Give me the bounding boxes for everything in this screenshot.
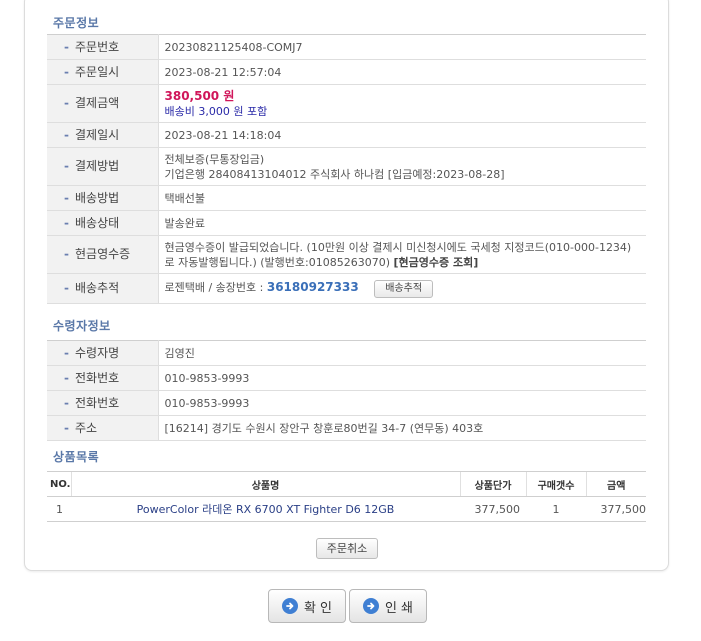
column-header-product-name: 상품명 [70,471,460,497]
print-label: 인 쇄 [384,600,414,616]
row-label: 배송추적 [74,281,120,295]
phone-row: - 전화번호 010-9853-9993 [47,365,646,391]
row-label: 결제방법 [74,159,120,173]
payment-amount-row: - 결제금액 380,500 원 배송비 3,000 원 포함 [47,84,646,123]
courier-label: 로젠택배 / 송장번호 : [164,280,267,294]
product-list-title: 상품목록 [53,450,100,464]
confirm-button[interactable]: 확 인 [268,589,346,623]
order-number-row: - 주문번호 20230821125408-COMJ7 [47,34,646,60]
tracking-number: 36180927333 [266,279,359,294]
receiver-info-table: - 수령자명 김영진 - 전화번호 010-9853-9993 - 전화번호 010-… [47,340,646,441]
row-label: 주소 [74,420,98,435]
phone-row: - 전화번호 010-9853-9993 [47,390,646,416]
product-name-link[interactable]: PowerColor 라데온 RX 6700 XT Fighter D6 12G… [137,503,395,516]
order-info-title: 주문정보 [53,16,100,30]
column-header-quantity: 구매갯수 [525,471,586,497]
shipping-status-value: 발송완료 [158,210,646,236]
print-button[interactable]: 인 쇄 [349,589,427,623]
tracking-row: - 배송추적 로젠택배 / 송장번호 : 36180927333 배송추적 [47,273,646,304]
arrow-circle-right-icon [281,598,298,614]
order-date-row: - 주문일시 2023-08-21 12:57:04 [47,59,646,85]
receiver-name-value: 김영진 [158,340,646,366]
shipping-fee-note: 배송비 3,000 원 포함 [164,104,268,118]
phone-value: 010-9853-9993 [158,365,646,391]
row-label: 전화번호 [74,395,120,410]
payment-method-value: 전체보증(무통장입금) [164,152,265,166]
column-header-amount: 금액 [585,471,646,497]
row-label: 전화번호 [74,370,120,385]
payment-date-value: 2023-08-21 14:18:04 [158,122,646,148]
arrow-circle-right-icon [362,598,379,614]
order-number-value: 20230821125408-COMJ7 [158,34,646,60]
product-unit-price: 377,500 [460,496,526,522]
product-list-table: NO. 상품명 상품단가 구매갯수 금액 1 PowerColor 라데온 RX… [47,471,646,522]
row-label: 현금영수증 [74,247,131,261]
row-label: 결제일시 [74,127,120,142]
phone-value: 010-9853-9993 [158,390,646,416]
column-header-unit-price: 상품단가 [459,471,526,497]
order-info-table: - 주문번호 20230821125408-COMJ7 - 주문일시 2023-08… [47,34,646,304]
row-label: 주문일시 [74,64,120,79]
cancel-order-button[interactable]: 주문취소 [316,538,378,559]
address-value: [16214] 경기도 수원시 장안구 창훈로80번길 34-7 (연무동) 4… [158,415,646,441]
receiver-name-row: - 수령자명 김영진 [47,340,646,366]
product-table-header: NO. 상품명 상품단가 구매갯수 금액 [47,471,646,497]
shipping-method-value: 택배선불 [158,185,646,211]
row-label: 결제금액 [74,96,120,110]
shipping-method-row: - 배송방법 택배선불 [47,185,646,211]
address-row: - 주소 [16214] 경기도 수원시 장안구 창훈로80번길 34-7 (연무… [47,415,646,441]
payment-method-row: - 결제방법 전체보증(무통장입금) 기업은행 28408413104012 주식… [47,147,646,186]
product-quantity: 1 [526,496,586,522]
product-total: 377,500 [586,496,646,522]
confirm-label: 확 인 [303,600,333,616]
cash-receipt-lookup-link[interactable]: [현금영수증 조회] [394,256,479,269]
payment-amount: 380,500 원 [164,88,235,103]
row-label: 배송상태 [74,215,120,230]
column-header-no: NO. [47,471,71,497]
table-row: 1 PowerColor 라데온 RX 6700 XT Fighter D6 1… [47,496,646,522]
track-shipment-button[interactable]: 배송추적 [374,279,434,298]
cash-receipt-row: - 현금영수증 현금영수증이 발급되었습니다. (10만원 이상 결제시 미신청시… [47,235,646,274]
bank-account-info: 기업은행 28408413104012 주식회사 하나컴 [입금예정:2023-… [164,167,505,181]
shipping-status-row: - 배송상태 발송완료 [47,210,646,236]
receiver-info-title: 수령자정보 [53,319,111,333]
row-label: 배송방법 [74,190,120,205]
row-label: 주문번호 [74,39,120,54]
product-no: 1 [47,496,71,522]
row-label: 수령자명 [74,345,120,360]
payment-date-row: - 결제일시 2023-08-21 14:18:04 [47,122,646,148]
order-date-value: 2023-08-21 12:57:04 [158,59,646,85]
